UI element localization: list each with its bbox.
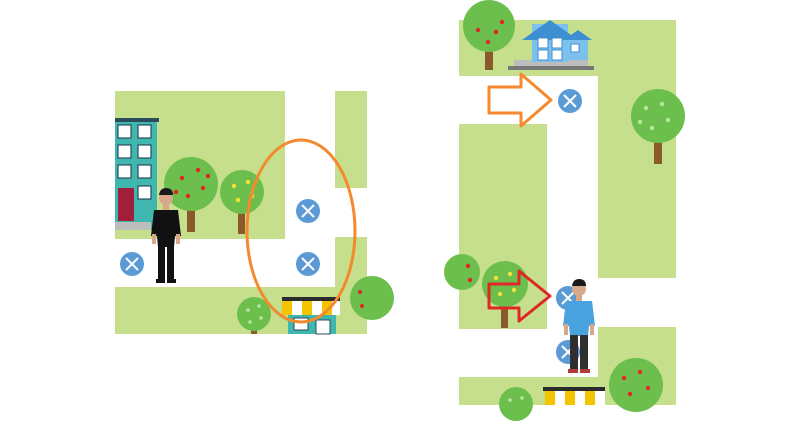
shop-awning-icon bbox=[282, 297, 340, 335]
left-map bbox=[115, 91, 394, 335]
apartment-building-icon bbox=[115, 118, 159, 230]
crossing-marker-icon bbox=[120, 252, 144, 276]
tree-icon bbox=[350, 276, 394, 320]
tree-icon bbox=[499, 387, 533, 421]
grass-block bbox=[335, 91, 367, 188]
scene bbox=[115, 0, 685, 421]
arrow-icon bbox=[487, 72, 553, 128]
right-map bbox=[444, 0, 685, 421]
shop-awning-icon bbox=[543, 387, 605, 405]
tree-icon bbox=[609, 358, 663, 412]
crossing-marker-icon bbox=[296, 199, 320, 223]
crossing-marker-icon bbox=[296, 252, 320, 276]
tree-icon bbox=[444, 254, 480, 290]
crossing-marker-icon bbox=[558, 89, 582, 113]
